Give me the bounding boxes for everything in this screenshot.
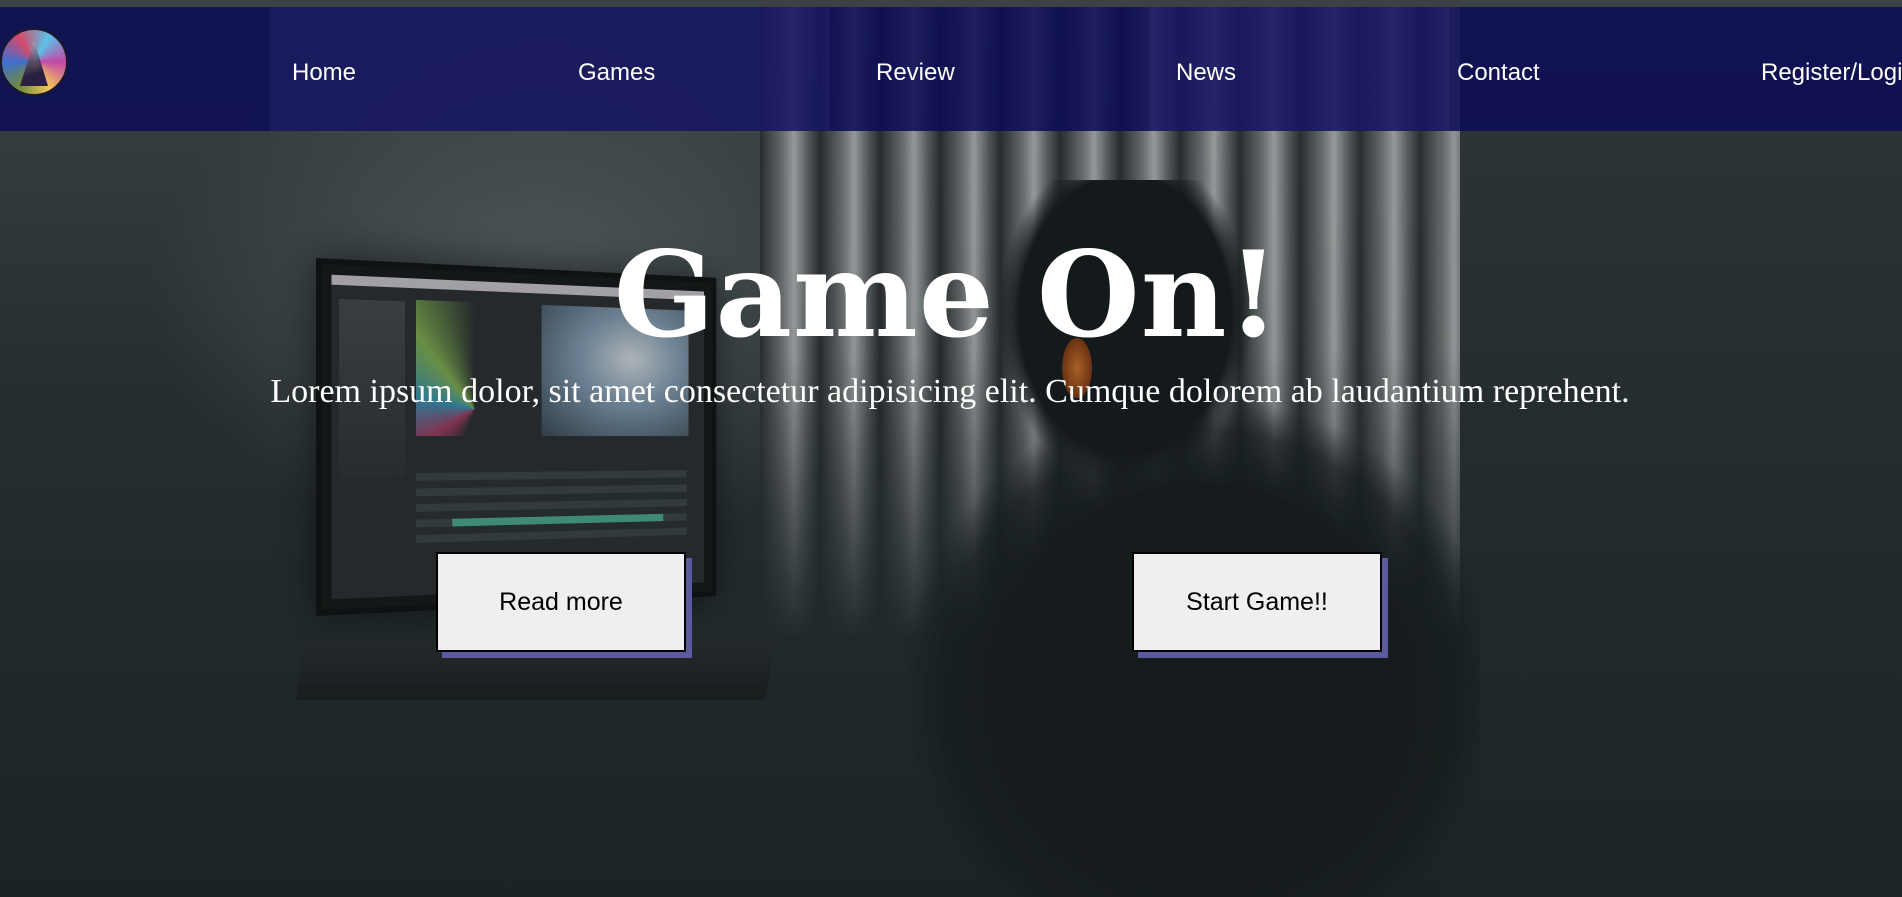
- navbar: Home Games Review News Contact Register/…: [0, 7, 1902, 131]
- start-game-button[interactable]: Start Game!!: [1132, 552, 1382, 652]
- hero-overlay: [0, 0, 1902, 897]
- circular-logo-icon[interactable]: [0, 28, 68, 96]
- nav-link-news[interactable]: News: [1176, 58, 1236, 88]
- nav-link-review[interactable]: Review: [876, 58, 955, 88]
- read-more-button[interactable]: Read more: [436, 552, 686, 652]
- hero-title: Game On!: [0, 225, 1898, 365]
- hero-subtitle: Lorem ipsum dolor, sit amet consectetur …: [0, 372, 1901, 412]
- logo-mark: [20, 40, 48, 86]
- nav-link-home[interactable]: Home: [292, 58, 356, 88]
- page: Home Games Review News Contact Register/…: [0, 0, 1902, 897]
- nav-link-games[interactable]: Games: [578, 58, 655, 88]
- nav-link-register-login[interactable]: Register/Logi: [1761, 58, 1902, 88]
- nav-link-contact[interactable]: Contact: [1457, 58, 1540, 88]
- top-border: [0, 0, 1902, 7]
